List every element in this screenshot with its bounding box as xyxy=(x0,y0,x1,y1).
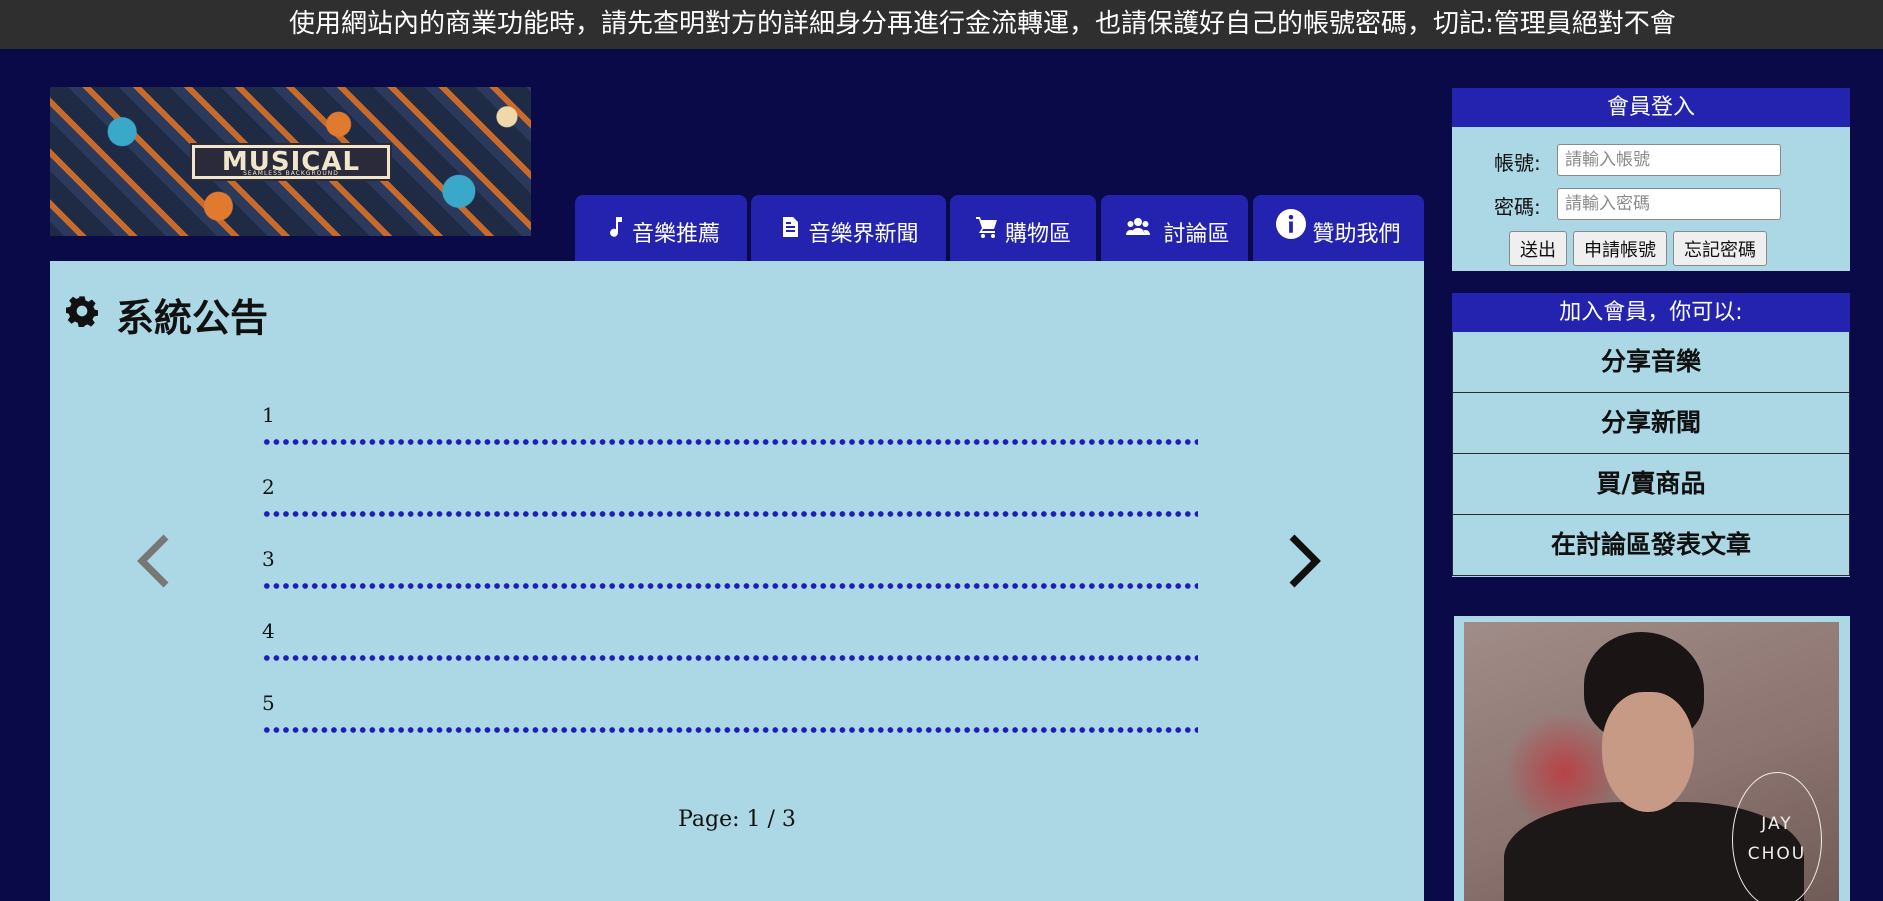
list-item-number: 5 xyxy=(262,691,275,715)
tab-label: 音樂推薦 xyxy=(631,222,720,247)
list-item-number: 4 xyxy=(262,619,275,643)
logo-subtext: SEAMLESS BACKGROUND xyxy=(243,170,339,177)
username-row: 帳號: xyxy=(1452,144,1850,176)
tab-music-recommend[interactable]: 音樂推薦 xyxy=(575,195,747,261)
username-label: 帳號: xyxy=(1494,151,1541,175)
list-item-number: 3 xyxy=(262,547,275,571)
list-item[interactable]: 4 xyxy=(262,619,1198,691)
username-input[interactable] xyxy=(1557,144,1781,176)
join-item-forum-post[interactable]: 在討論區發表文章 xyxy=(1452,515,1850,576)
dotted-divider xyxy=(262,655,1198,661)
join-item-share-news[interactable]: 分享新聞 xyxy=(1452,393,1850,454)
join-item-buy-sell[interactable]: 買/賣商品 xyxy=(1452,454,1850,515)
prev-page-button[interactable] xyxy=(132,531,174,591)
password-row: 密碼: xyxy=(1452,188,1850,220)
join-item-share-music[interactable]: 分享音樂 xyxy=(1452,332,1850,393)
register-button[interactable]: 申請帳號 xyxy=(1573,231,1667,266)
tab-forum[interactable]: 討論區 xyxy=(1101,195,1248,261)
notice-list: 1 2 3 4 5 xyxy=(262,403,1198,763)
list-item[interactable]: 5 xyxy=(262,691,1198,763)
tab-sponsor[interactable]: 贊助我們 xyxy=(1253,195,1424,261)
tab-label: 音樂界新聞 xyxy=(808,222,919,247)
chevron-right-icon xyxy=(1284,534,1326,595)
photo-caption: JAY CHOU xyxy=(1732,772,1822,901)
join-header: 加入會員，你可以: xyxy=(1452,293,1850,332)
list-item-number: 2 xyxy=(262,475,275,499)
dotted-divider xyxy=(262,511,1198,517)
document-icon xyxy=(778,216,802,245)
tab-label: 討論區 xyxy=(1163,222,1230,247)
login-panel: 會員登入 帳號: 密碼: 送出 申請帳號 忘記密碼 xyxy=(1452,88,1850,271)
featured-artist-frame: JAY CHOU xyxy=(1454,616,1850,901)
page-title-text: 系統公告 xyxy=(116,295,269,340)
login-actions: 送出 申請帳號 忘記密碼 xyxy=(1509,231,1767,266)
tab-shopping[interactable]: 購物區 xyxy=(950,195,1096,261)
forgot-password-button[interactable]: 忘記密碼 xyxy=(1673,231,1767,266)
users-icon xyxy=(1119,217,1157,245)
announcement-panel: 系統公告 1 2 3 4 5 Page: 1 / 3 xyxy=(50,261,1424,901)
list-item[interactable]: 3 xyxy=(262,547,1198,619)
password-input[interactable] xyxy=(1557,188,1781,220)
password-label: 密碼: xyxy=(1494,195,1541,219)
featured-artist-photo[interactable]: JAY CHOU xyxy=(1464,622,1839,901)
submit-button[interactable]: 送出 xyxy=(1509,231,1567,266)
tab-label: 購物區 xyxy=(1004,222,1071,247)
page-indicator: Page: 1 / 3 xyxy=(678,807,796,832)
announcement-text: 使用網站內的商業功能時，請先查明對方的詳細身分再進行金流轉運，也請保護好自己的帳… xyxy=(289,9,1676,39)
dotted-divider xyxy=(262,439,1198,445)
login-header: 會員登入 xyxy=(1452,88,1850,127)
info-circle-icon xyxy=(1276,209,1307,245)
list-item[interactable]: 2 xyxy=(262,475,1198,547)
list-item-number: 1 xyxy=(262,403,275,427)
dotted-divider xyxy=(262,583,1198,589)
shopping-cart-icon xyxy=(975,216,999,245)
page-title: 系統公告 xyxy=(66,289,269,340)
next-page-button[interactable] xyxy=(1284,531,1326,591)
gear-icon xyxy=(66,292,98,336)
join-panel: 加入會員，你可以: 分享音樂 分享新聞 買/賣商品 在討論區發表文章 xyxy=(1452,293,1850,577)
tab-music-news[interactable]: 音樂界新聞 xyxy=(751,195,946,261)
list-item[interactable]: 1 xyxy=(262,403,1198,475)
chevron-left-icon xyxy=(132,534,174,595)
dotted-divider xyxy=(262,727,1198,733)
site-logo: MUSICAL SEAMLESS BACKGROUND xyxy=(190,143,392,181)
tab-label: 贊助我們 xyxy=(1312,222,1401,247)
announcement-bar: 使用網站內的商業功能時，請先查明對方的詳細身分再進行金流轉運，也請保護好自己的帳… xyxy=(0,0,1883,49)
site-banner[interactable]: MUSICAL SEAMLESS BACKGROUND xyxy=(50,87,531,236)
music-note-icon xyxy=(602,216,626,245)
